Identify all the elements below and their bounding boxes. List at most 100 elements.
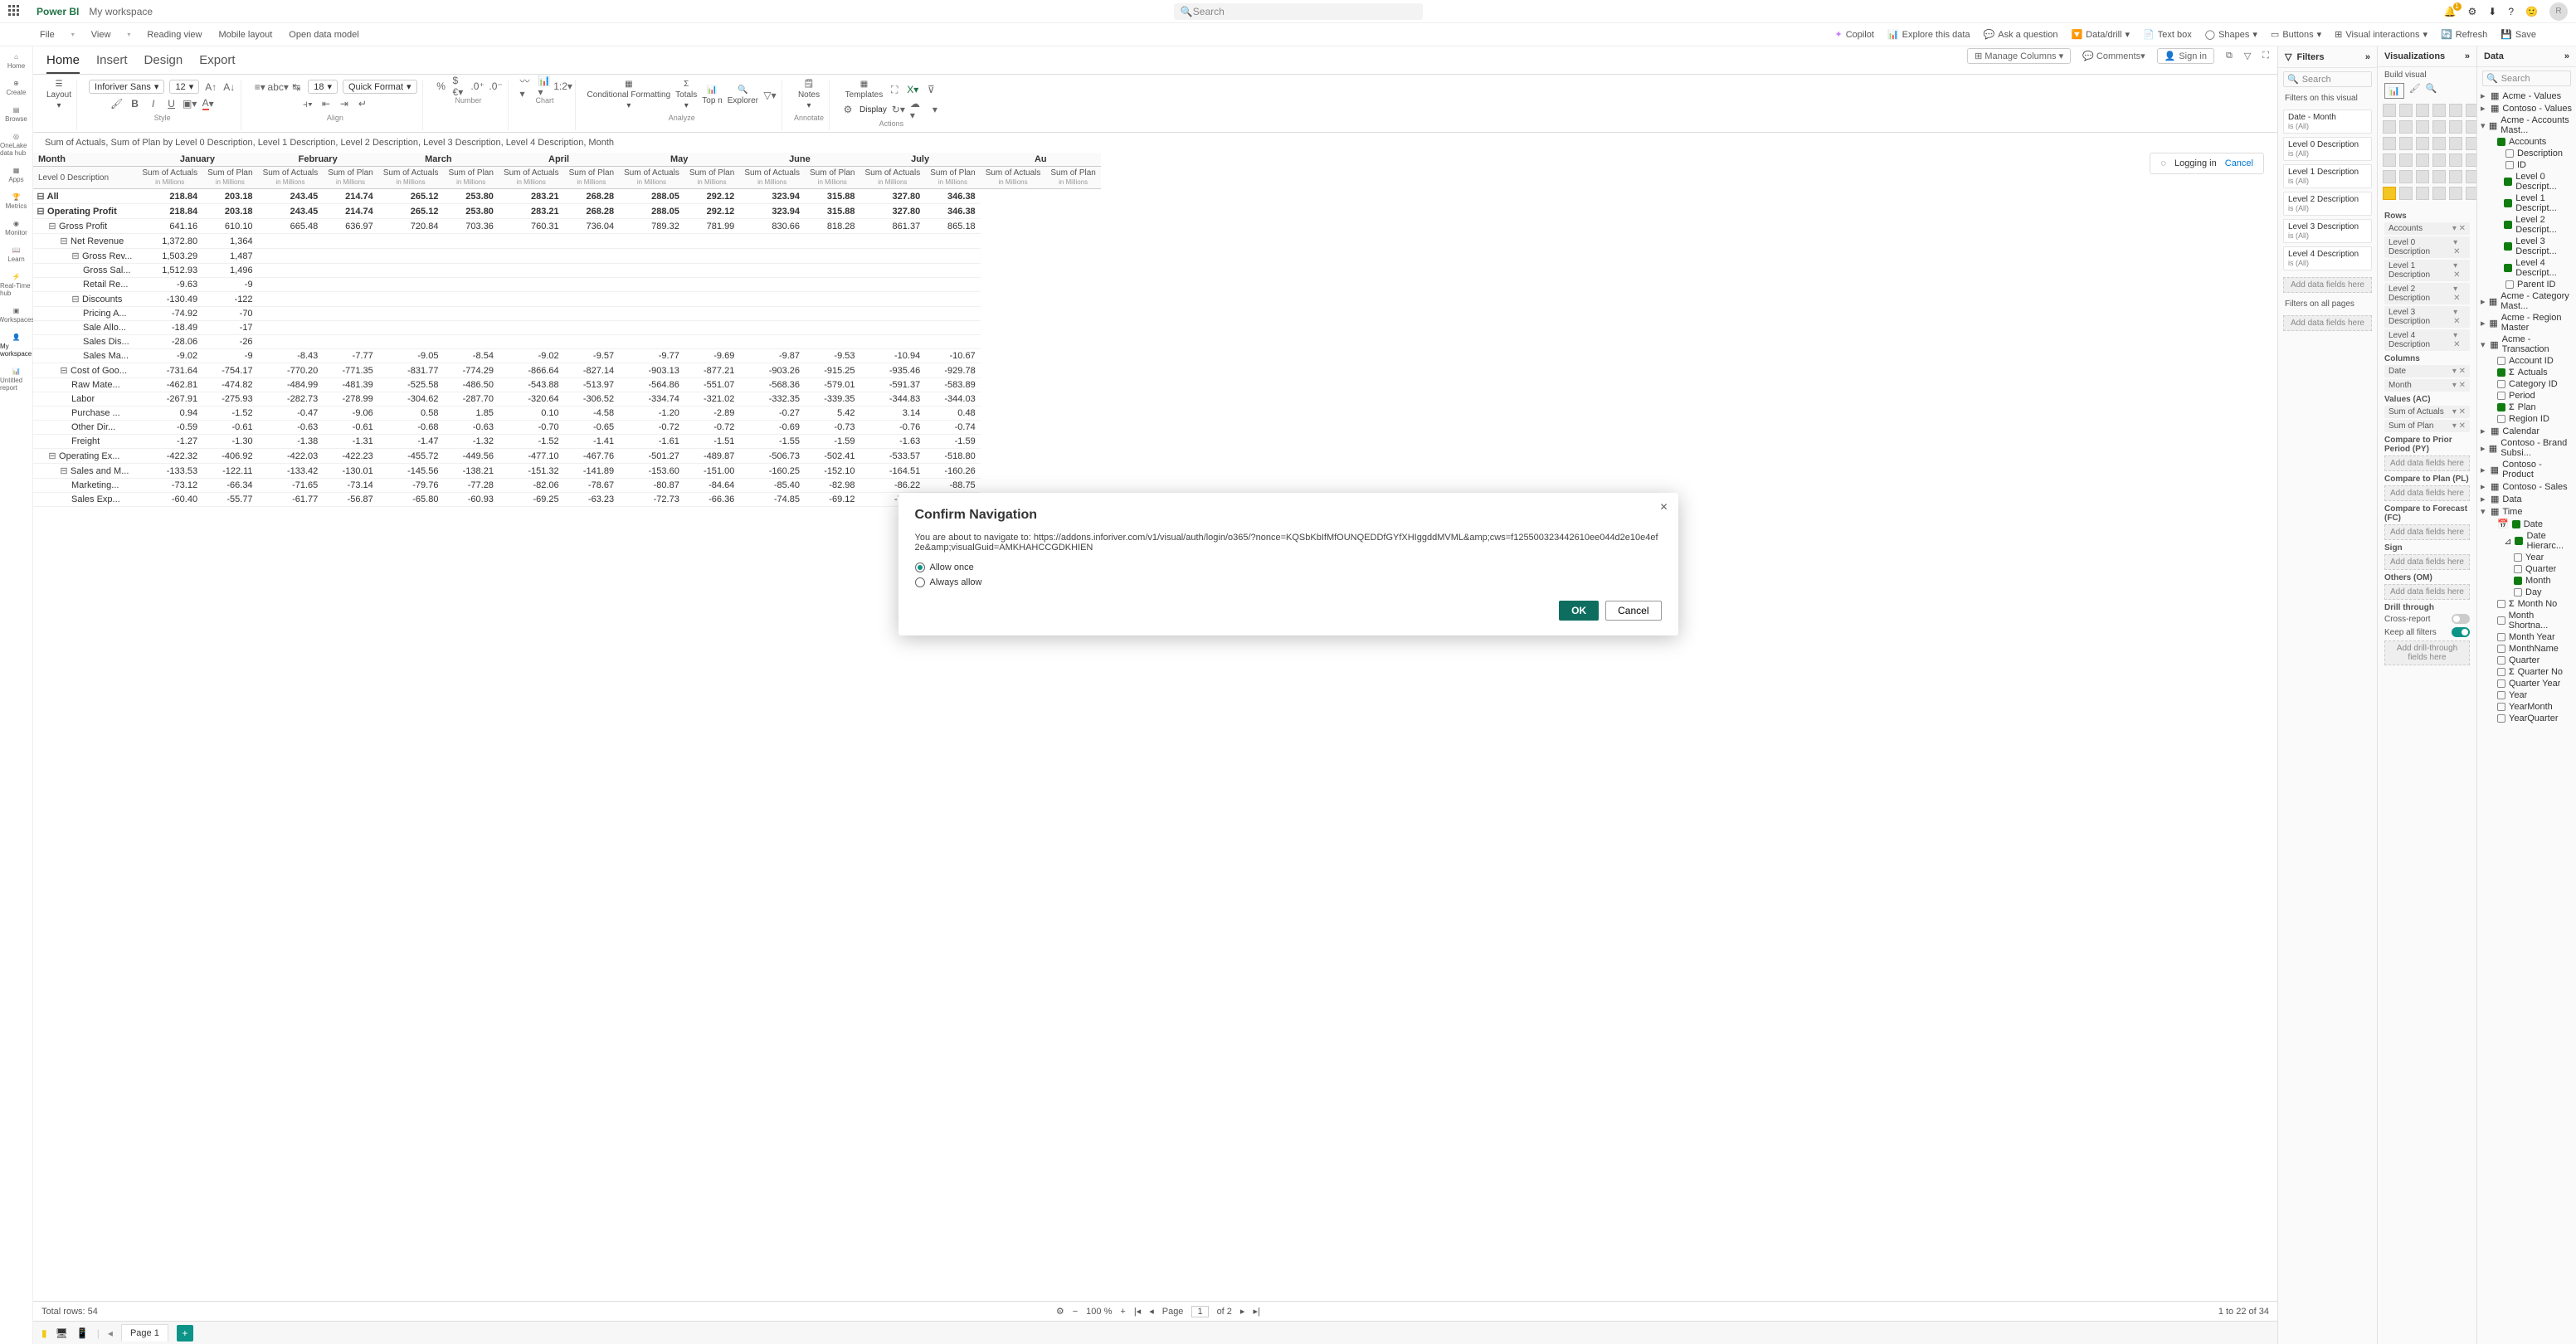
cell[interactable]: 283.21 (499, 204, 564, 219)
cell[interactable] (805, 335, 859, 349)
cell[interactable]: -17 (202, 321, 257, 335)
data-tree-row[interactable]: ▸▦Data (2477, 493, 2576, 505)
align-top-icon[interactable]: ⫞▾ (301, 97, 314, 110)
field-checkbox[interactable] (2497, 656, 2505, 665)
cell[interactable]: -754.17 (202, 363, 257, 378)
data-tree-row[interactable]: ΣPlan (2477, 402, 2576, 413)
viz-type-icon[interactable] (2432, 104, 2446, 117)
cell[interactable]: -4.58 (564, 407, 619, 421)
data-tree-row[interactable]: ▸▦Contoso - Values (2477, 102, 2576, 114)
cell[interactable]: -80.87 (619, 479, 684, 493)
field-checkbox[interactable] (2504, 264, 2512, 272)
row-header[interactable]: ⊟ All (33, 189, 137, 204)
cell[interactable]: -827.14 (564, 363, 619, 378)
cell[interactable] (443, 335, 498, 349)
cell[interactable]: -78.67 (564, 479, 619, 493)
rail-learn[interactable]: 📖Learn (7, 246, 24, 263)
cell[interactable]: -0.59 (137, 421, 202, 435)
cell[interactable]: -422.03 (258, 449, 324, 464)
viz-type-icon[interactable] (2416, 137, 2429, 150)
cell[interactable]: -1.27 (137, 435, 202, 449)
cell[interactable]: -8.54 (443, 349, 498, 363)
cell[interactable]: 315.88 (805, 204, 859, 219)
cell[interactable] (805, 264, 859, 278)
cell[interactable]: -0.47 (258, 407, 324, 421)
filters-add-well[interactable]: Add data fields here (2283, 277, 2372, 293)
add-page-button[interactable]: + (177, 1325, 193, 1342)
row-header[interactable]: Freight (33, 435, 137, 449)
cell[interactable] (443, 278, 498, 292)
data-tree-row[interactable]: ▸▦Acme - Category Mast... (2477, 290, 2576, 312)
cell[interactable]: 1,487 (202, 249, 257, 264)
cell[interactable] (378, 234, 444, 249)
data-tree-row[interactable]: Level 1 Descript... (2477, 192, 2576, 214)
field-checkbox[interactable] (2504, 178, 2512, 186)
cell[interactable]: -70 (202, 307, 257, 321)
cell[interactable]: -583.89 (925, 378, 980, 392)
italic-icon[interactable]: I (147, 97, 160, 110)
cell[interactable]: -287.70 (443, 392, 498, 407)
cell[interactable]: -267.91 (137, 392, 202, 407)
cell[interactable]: -1.31 (323, 435, 377, 449)
cell[interactable] (378, 335, 444, 349)
row-header[interactable]: ⊟ Gross Rev... (33, 249, 137, 264)
cell[interactable]: 720.84 (378, 219, 444, 234)
cell[interactable] (805, 307, 859, 321)
field-checkbox[interactable] (2514, 588, 2522, 597)
cell[interactable]: -0.63 (258, 421, 324, 435)
cell[interactable] (499, 292, 564, 307)
cell[interactable]: -455.72 (378, 449, 444, 464)
dialog-close-button[interactable]: ✕ (1659, 501, 1668, 513)
cell[interactable]: -489.87 (684, 449, 739, 464)
row-header[interactable]: Retail Re... (33, 278, 137, 292)
font-shrink-icon[interactable]: A↓ (222, 80, 236, 94)
data-tree-row[interactable]: Period (2477, 390, 2576, 402)
cell[interactable]: -929.78 (925, 363, 980, 378)
cell[interactable]: 253.80 (443, 189, 498, 204)
cell[interactable]: -935.46 (860, 363, 926, 378)
data-tree-row[interactable]: ΣMonth No (2477, 598, 2576, 610)
cell[interactable]: -160.25 (739, 464, 805, 479)
cell[interactable] (499, 321, 564, 335)
notifications-icon[interactable]: 🔔 (2444, 6, 2457, 17)
cell[interactable] (499, 278, 564, 292)
cell[interactable] (860, 321, 926, 335)
viz-type-icon[interactable] (2432, 187, 2446, 200)
cell[interactable]: 1.85 (443, 407, 498, 421)
field-checkbox[interactable] (2505, 149, 2514, 158)
cell[interactable]: 789.32 (619, 219, 684, 234)
viz-type-icon[interactable] (2383, 120, 2396, 134)
dialog-ok-button[interactable]: OK (1559, 601, 1599, 621)
cell[interactable] (684, 249, 739, 264)
data-tree-row[interactable]: Accounts (2477, 136, 2576, 148)
cell[interactable]: -304.62 (378, 392, 444, 407)
data-tree-row[interactable]: ID (2477, 159, 2576, 171)
data-tree-row[interactable]: ▸▦Acme - Values (2477, 90, 2576, 102)
field-pill[interactable]: Level 2 Description▾ ✕ (2384, 283, 2470, 304)
page-current[interactable]: 1 (1191, 1306, 1208, 1317)
rail-untitled-report[interactable]: 📊Untitled report (0, 368, 32, 392)
filters-search[interactable]: 🔍 Search (2283, 71, 2372, 87)
data-tree-row[interactable]: Region ID (2477, 413, 2576, 425)
cell[interactable]: -1.52 (499, 435, 564, 449)
viz-type-icon[interactable] (2449, 170, 2462, 183)
field-checkbox[interactable] (2497, 392, 2505, 400)
row-header[interactable]: ⊟ Discounts (33, 292, 137, 307)
field-checkbox[interactable] (2497, 691, 2505, 699)
sign-in-button[interactable]: 👤 Sign in (2157, 48, 2214, 64)
data-tree-row[interactable]: Month (2477, 575, 2576, 587)
cell[interactable]: -513.97 (564, 378, 619, 392)
cell[interactable] (860, 249, 926, 264)
cell[interactable]: 243.45 (258, 204, 324, 219)
analytics-tab[interactable]: 🔍 (2426, 83, 2437, 99)
data-tree-row[interactable]: Parent ID (2477, 279, 2576, 290)
excel-icon[interactable]: X▾ (906, 83, 919, 96)
cell[interactable]: -1.52 (202, 407, 257, 421)
page-next-button[interactable]: ▸ (1240, 1306, 1245, 1317)
cell[interactable] (564, 321, 619, 335)
row-header[interactable]: Other Dir... (33, 421, 137, 435)
cell[interactable]: -151.00 (684, 464, 739, 479)
menu-explore[interactable]: 📊 Explore this data (1887, 29, 1970, 40)
cell[interactable]: -9 (202, 349, 257, 363)
notes-button[interactable]: 🗒Notes▾ (798, 80, 820, 110)
